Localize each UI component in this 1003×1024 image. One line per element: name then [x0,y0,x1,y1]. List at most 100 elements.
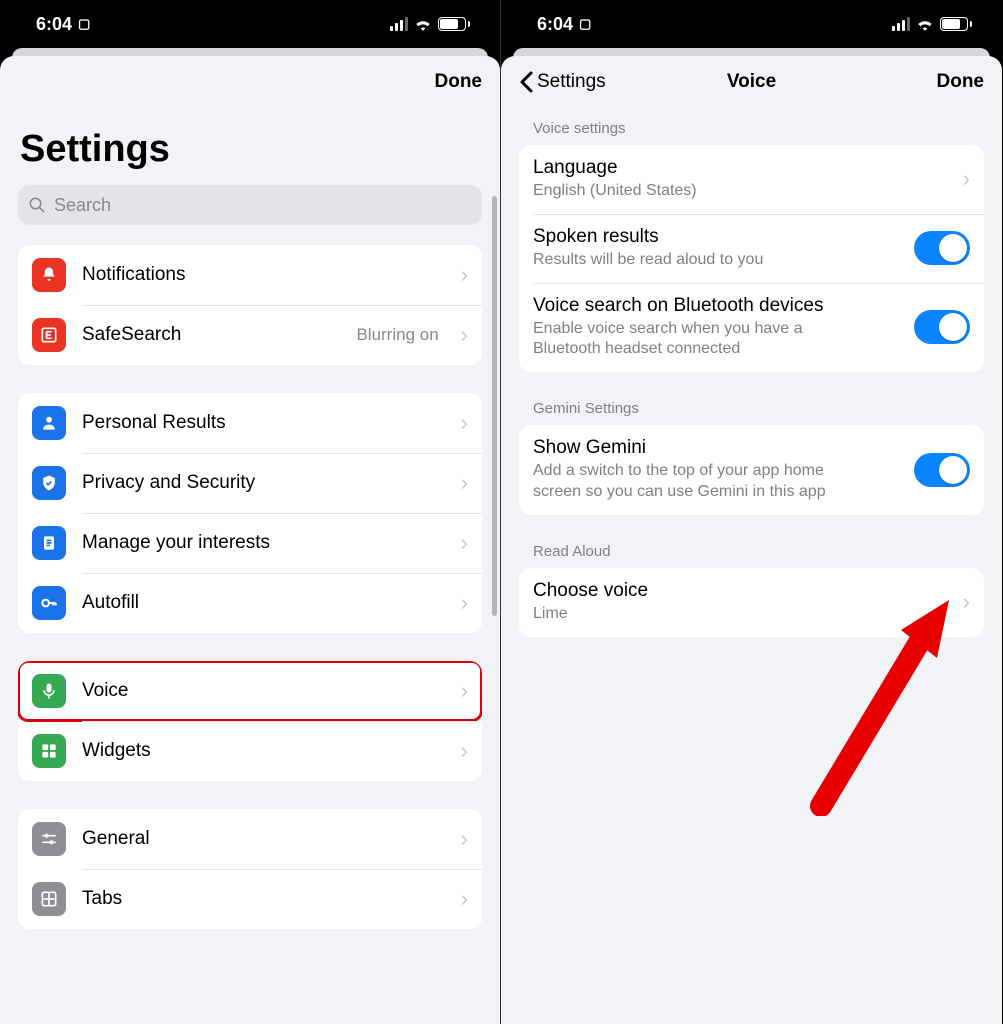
settings-row-bt: Voice search on Bluetooth devicesEnable … [519,283,984,373]
search-icon [28,196,46,214]
status-time: 6:04 ▢ [537,14,591,35]
toggle-spoken[interactable] [914,231,970,265]
wifi-icon [916,17,934,31]
chevron-right-icon: › [461,590,468,616]
settings-sheet: Done Settings Search Notifications›SafeS… [0,56,500,1024]
settings-group: LanguageEnglish (United States) › Spoken r… [519,145,984,372]
settings-row-privacy[interactable]: Privacy and Security › [18,453,482,513]
explicit-icon [32,318,66,352]
key-icon [32,586,66,620]
nav-bar: Settings Voice Done [501,56,1002,102]
cellular-icon [892,17,910,31]
settings-group: Show GeminiAdd a switch to the top of yo… [519,425,984,515]
row-label: Language [533,157,904,179]
settings-group: Voice › Widgets › [18,661,482,781]
row-label: Voice search on Bluetooth devices [533,295,904,317]
row-subtitle: Results will be read aloud to you [533,250,823,271]
done-button[interactable]: Done [937,71,985,93]
settings-group: Choose voiceLime › [519,568,984,637]
doc-icon [32,526,66,560]
chevron-right-icon: › [461,262,468,288]
status-right: 71 [390,17,470,31]
row-label: Manage your interests [82,532,439,554]
settings-row-interests[interactable]: Manage your interests › [18,513,482,573]
status-bar: 6:04 ▢ 71 [501,0,1002,48]
row-label: Privacy and Security [82,472,439,494]
wifi-icon [414,17,432,31]
nav-bar: Done [0,56,500,102]
settings-row-language[interactable]: LanguageEnglish (United States) › [519,145,984,214]
status-time: 6:04 ▢ [36,14,90,35]
screenshot-right: 6:04 ▢ 71 Settings Voice Done Voice sett… [501,0,1002,1024]
voice-settings-list: Voice settingsLanguageEnglish (United St… [501,102,1002,1024]
chevron-right-icon: › [461,322,468,348]
settings-row-autofill[interactable]: Autofill › [18,573,482,633]
chevron-left-icon [519,71,533,93]
chevron-right-icon: › [461,738,468,764]
search-placeholder: Search [54,195,111,216]
battery-icon: 71 [438,17,470,31]
row-subtitle: Enable voice search when you have a Blue… [533,319,904,361]
search-input[interactable]: Search [18,185,482,225]
settings-row-spoken: Spoken resultsResults will be read aloud… [519,214,984,283]
settings-row-widgets[interactable]: Widgets › [18,721,482,781]
mic-icon [32,674,66,708]
person-icon [32,406,66,440]
toggle-gemini[interactable] [914,453,970,487]
cellular-icon [390,17,408,31]
settings-group: General › Tabs › [18,809,482,929]
settings-row-choose[interactable]: Choose voiceLime › [519,568,984,637]
row-label: Autofill [82,592,439,614]
status-bar: 6:04 ▢ 71 [0,0,500,48]
grid-icon [32,882,66,916]
chevron-right-icon: › [461,826,468,852]
page-title: Settings [0,102,500,185]
settings-row-voice[interactable]: Voice › [18,661,482,721]
row-label: Spoken results [533,226,904,248]
chevron-right-icon: › [461,530,468,556]
row-label: Voice [82,680,439,702]
section-header: Read Aloud [519,543,984,568]
battery-icon: 71 [940,17,972,31]
row-subtitle: Add a switch to the top of your app home… [533,461,904,503]
portrait-lock-icon: ▢ [579,16,591,32]
row-label: Widgets [82,740,439,762]
row-label: Choose voice [533,580,904,602]
settings-list: Notifications›SafeSearchBlurring on›Pers… [0,245,500,1024]
section-header: Gemini Settings [519,400,984,425]
row-label: General [82,828,439,850]
row-label: SafeSearch [82,324,340,346]
chevron-right-icon: › [963,166,970,192]
screenshot-left: 6:04 ▢ 71 Done Settings Search Notificat… [0,0,501,1024]
settings-row-personal[interactable]: Personal Results› [18,393,482,453]
scrollbar[interactable] [492,196,497,616]
chevron-right-icon: › [461,678,468,704]
done-button[interactable]: Done [435,71,483,93]
settings-group: Personal Results›Privacy and Security›Ma… [18,393,482,633]
portrait-lock-icon: ▢ [78,16,90,32]
row-value: Blurring on [356,325,438,345]
chevron-right-icon: › [963,589,970,615]
settings-group: Notifications › SafeSearch Blurring on › [18,245,482,365]
sliders-icon [32,822,66,856]
section-header: Voice settings [519,120,984,145]
settings-row-safesearch[interactable]: SafeSearch Blurring on › [18,305,482,365]
chevron-right-icon: › [461,886,468,912]
row-label: Tabs [82,888,439,910]
settings-row-general[interactable]: General › [18,809,482,869]
widgets-icon [32,734,66,768]
settings-row-tabs[interactable]: Tabs › [18,869,482,929]
voice-sheet: Settings Voice Done Voice settingsLangua… [501,56,1002,1024]
settings-row-notifications[interactable]: Notifications › [18,245,482,305]
row-label: Show Gemini [533,437,904,459]
back-button[interactable]: Settings [519,71,606,93]
toggle-bt[interactable] [914,310,970,344]
chevron-right-icon: › [461,470,468,496]
page-title: Voice [727,71,776,93]
row-label: Notifications [82,264,439,286]
bell-icon [32,258,66,292]
settings-row-gemini: Show GeminiAdd a switch to the top of yo… [519,425,984,515]
chevron-right-icon: › [461,410,468,436]
row-subtitle: Lime [533,604,628,625]
row-subtitle: English (United States) [533,181,757,202]
